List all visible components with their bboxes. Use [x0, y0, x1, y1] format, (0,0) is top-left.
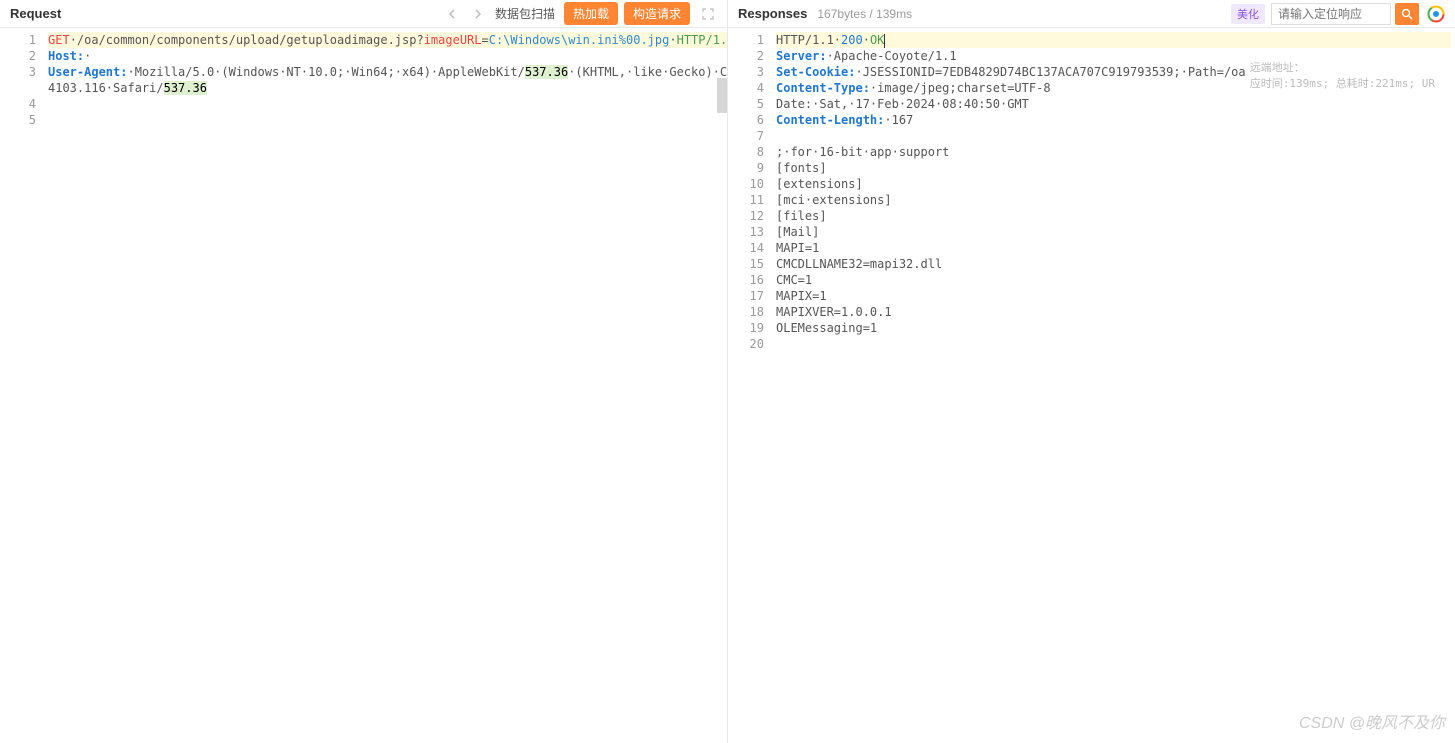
- build-request-button[interactable]: 构造请求: [624, 2, 690, 25]
- chrome-icon[interactable]: [1427, 5, 1445, 23]
- response-lines[interactable]: HTTP/1.1·200·OKServer:·Apache-Coyote/1.1…: [772, 28, 1455, 743]
- next-icon[interactable]: [466, 3, 488, 25]
- request-lines[interactable]: GET·/oa/common/components/upload/getuplo…: [44, 28, 727, 743]
- response-gutter: 1234567891011121314151617181920: [728, 28, 772, 743]
- reload-button[interactable]: 热加载: [564, 2, 618, 25]
- prev-icon[interactable]: [442, 3, 464, 25]
- request-header: Request 数据包扫描 热加载 构造请求: [0, 0, 727, 28]
- response-panel: Responses 167bytes / 139ms 美化 1234567891…: [728, 0, 1455, 743]
- request-gutter: 12345: [0, 28, 44, 743]
- beautify-button[interactable]: 美化: [1231, 4, 1265, 24]
- request-code[interactable]: 12345 GET·/oa/common/components/upload/g…: [0, 28, 727, 743]
- search-input[interactable]: [1271, 3, 1391, 25]
- search-button[interactable]: [1395, 3, 1419, 25]
- response-code[interactable]: 1234567891011121314151617181920 HTTP/1.1…: [728, 28, 1455, 743]
- response-header: Responses 167bytes / 139ms 美化: [728, 0, 1455, 28]
- expand-icon[interactable]: [699, 5, 717, 23]
- remote-address-label: 远端地址：: [1250, 60, 1435, 76]
- request-title: Request: [10, 6, 61, 21]
- response-stats: 167bytes / 139ms: [817, 7, 912, 21]
- scroll-marker[interactable]: [717, 78, 727, 113]
- response-title: Responses: [738, 6, 807, 21]
- timing-label: 应时间:139ms; 总耗时:221ms; UR: [1250, 76, 1435, 92]
- scan-button[interactable]: 数据包扫描: [495, 5, 555, 22]
- watermark: CSDN @晚风不及你: [1299, 709, 1445, 733]
- main-container: Request 数据包扫描 热加载 构造请求 12345 GET·/oa/com…: [0, 0, 1455, 743]
- response-meta: 远端地址： 应时间:139ms; 总耗时:221ms; UR: [1250, 60, 1435, 92]
- request-panel: Request 数据包扫描 热加载 构造请求 12345 GET·/oa/com…: [0, 0, 728, 743]
